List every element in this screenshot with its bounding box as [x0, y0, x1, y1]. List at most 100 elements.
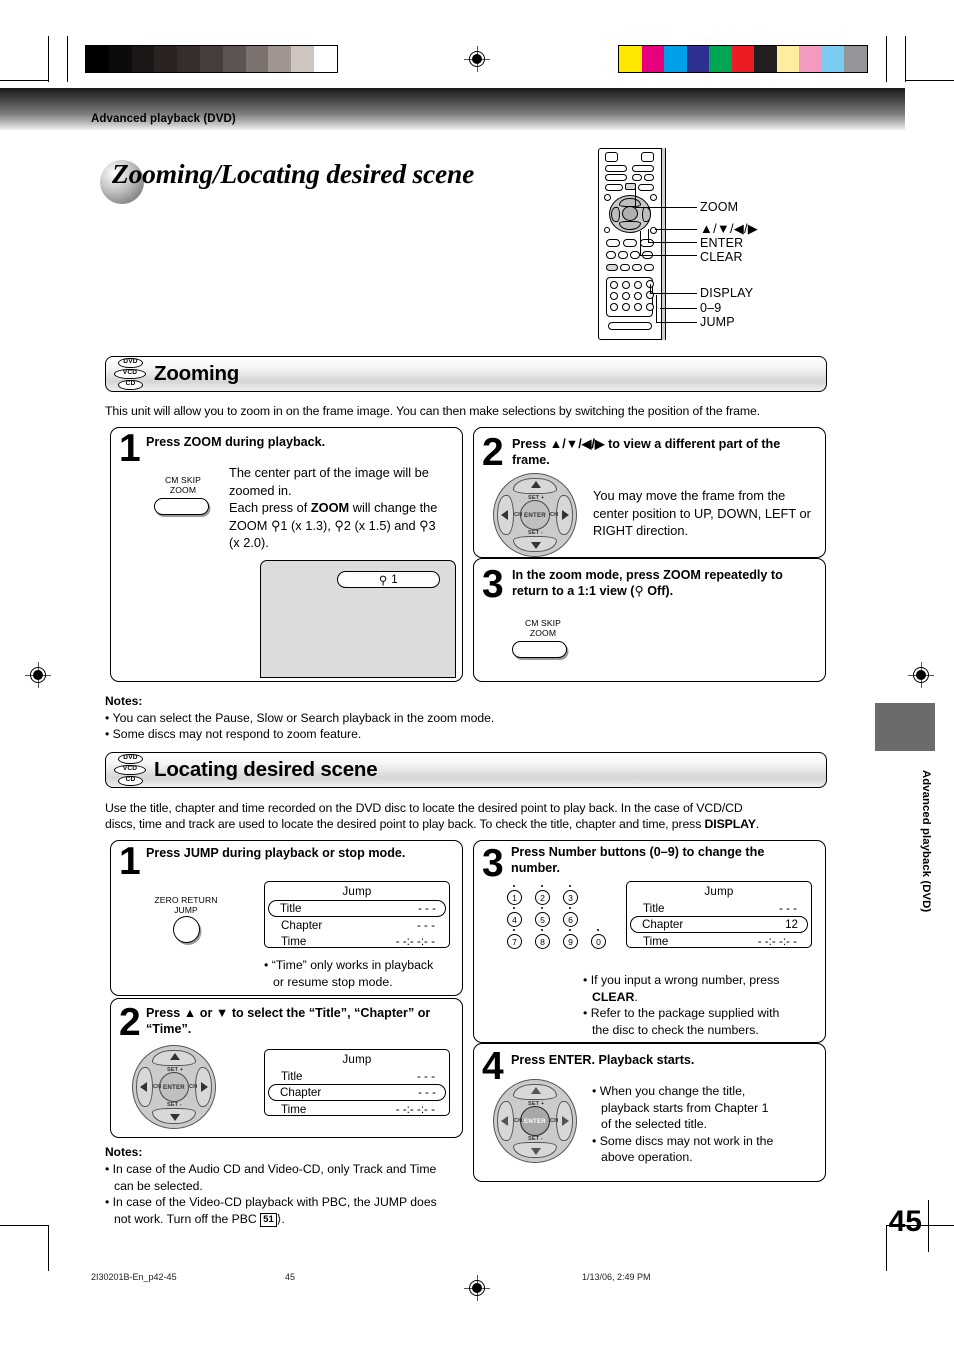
grayscale-control-bar [85, 45, 338, 73]
osd-row-title-3: Title - - - [631, 900, 807, 916]
gray-patch-3 [154, 46, 178, 72]
remote-num-8 [622, 303, 630, 311]
color-patch-0 [619, 46, 642, 72]
jump-label: JUMP [174, 904, 198, 915]
locate-step-2-number: 2 [119, 1001, 141, 1044]
locate-step-3-note-2-l2: the disc to check the numbers. [592, 1022, 759, 1037]
locate-step-4-note-2-l1: • Some discs may not work in the [592, 1133, 774, 1148]
gray-patch-7 [245, 46, 269, 72]
locating-note-2-l1: • In case of the Video-CD playback with … [105, 1195, 437, 1209]
zoom-step-1-body-l3: Each press of ZOOM will change the [229, 500, 438, 515]
gray-patch-0 [86, 46, 109, 72]
color-control-bar [618, 45, 868, 73]
remote-dpad-left [611, 207, 620, 222]
num-key-7: 7 [507, 934, 522, 949]
remote-key-row2-right [644, 174, 654, 181]
locate-step-1-heading: Press JUMP during playback or stop mode. [146, 846, 406, 860]
num-key-dot-5 [541, 907, 544, 910]
locate-step-1-note: • “Time” only works in playback or resum… [264, 957, 459, 990]
locate-step-1-button-label: ZERO RETURN JUMP [142, 895, 230, 915]
jump-button-graphic [173, 916, 200, 943]
badge-vcd-icon-2: VCD [114, 764, 146, 775]
num-key-dot-6 [569, 907, 572, 910]
remote-key-oval-b2 [618, 251, 628, 259]
osd-value-title-2: - - - [416, 1069, 435, 1083]
zoom-step-2-heading-l2: frame. [512, 452, 550, 467]
remote-dpad [609, 195, 651, 233]
osd-label-chapter-2: Chapter [280, 1086, 322, 1099]
locating-note-1-l2: can be selected. [114, 1178, 203, 1193]
remote-dpad-enter [622, 206, 638, 221]
osd-value-chapter-1: - - - [416, 918, 435, 932]
zoom-step-1-number: 1 [119, 427, 141, 470]
zoom-step-1-heading: Press ZOOM during playback. [146, 435, 326, 449]
osd-label-time-1: Time [281, 934, 307, 948]
num-key-6: 6 [563, 912, 578, 927]
registration-mark-left [25, 662, 51, 688]
dpad-enter-button: ENTER [520, 500, 550, 530]
osd-label-title-2: Title [281, 1069, 303, 1083]
zoom-step-3-heading-l2: return to a 1:1 view (⚲ Off). [512, 583, 674, 598]
locate-step-3-note-2-l1: • Refer to the package supplied with [583, 1006, 780, 1020]
zoom-step-1-body-l5: (x 2.0). [229, 535, 269, 550]
locate-step-2-heading-l1: Press ▲ or ▼ to select the “Title”, “Cha… [146, 1006, 431, 1020]
footer-timestamp: 1/13/06, 2:49 PM [582, 1272, 651, 1282]
osd-row-title-1: Title - - - [268, 900, 446, 917]
remote-key-oval-c1 [606, 264, 618, 271]
page-number: 45 [888, 1205, 922, 1238]
osd-row-chapter-2: Chapter - - - [268, 1084, 446, 1101]
remote-key-row1-right [632, 165, 654, 172]
zoom-step-1-body-l2: zoomed in. [229, 482, 292, 498]
zoom-step-2-body: You may move the frame from the center p… [593, 487, 821, 540]
leader-zoom-v [635, 184, 637, 208]
num-key-dot-3 [569, 885, 572, 888]
leader-enter-v [648, 229, 650, 243]
num-key-8: 8 [535, 934, 550, 949]
num-key-4: 4 [507, 912, 522, 927]
crop-mark-tr-v2 [905, 36, 907, 82]
zoom-step-2-heading-l1: Press ▲/▼/◀/▶ to view a different part o… [512, 437, 781, 451]
dpad-right-arrow-icon-2 [201, 1082, 208, 1092]
dpad-set-minus-label-2: SET - [167, 1102, 182, 1108]
badge-cd-icon: CD [118, 379, 143, 390]
num-key-0: 0 [591, 934, 606, 949]
leader-jump [656, 322, 697, 324]
remote-num-3 [634, 281, 642, 289]
locate-step-3-note-1-l2: CLEAR. [592, 989, 638, 1004]
locate-step-1-osd: Jump Title - - - Chapter - - - Time - -:… [264, 881, 450, 948]
zooming-note-1-text: You can select the Pause, Slow or Search… [112, 711, 495, 725]
cm-skip-label-2: CM SKIP [524, 618, 562, 628]
page-number-rule [927, 1200, 929, 1252]
locate-step-2-osd: Jump Title - - - Chapter - - - Time - -:… [264, 1049, 450, 1116]
zoom-step-3-heading-l1: In the zoom mode, press ZOOM repeatedly … [512, 568, 783, 582]
dpad-ch-right-label-2: CH [189, 1084, 198, 1090]
footer-page: 45 [285, 1272, 296, 1282]
dpad-ch-right-label: CH [550, 512, 559, 518]
remote-num-2 [622, 281, 630, 289]
osd-value-time-3: - -:- -:- - [757, 934, 797, 948]
remote-key-oval-a1 [606, 239, 620, 247]
locate-step-2-dpad-graphic: ENTER SET + SET - CH CH [132, 1045, 216, 1129]
remote-num-7 [610, 303, 618, 311]
zoom-step-2-body-l2: center position to UP, DOWN, LEFT or [593, 505, 811, 521]
osd-row-time-3: Time - -:- -:- - [631, 933, 807, 949]
side-tab-block [875, 703, 935, 751]
color-patch-5 [731, 46, 754, 72]
callout-numbers: 0–9 [700, 301, 722, 315]
crop-mark-tr-v [886, 36, 888, 82]
osd-row-title-2: Title - - - [269, 1068, 445, 1084]
color-patch-4 [709, 46, 732, 72]
section-header-locating: DVD VCD CD Locating desired scene [105, 752, 827, 788]
locate-step-4-notes: • When you change the title, playback st… [592, 1083, 822, 1166]
remote-key-oval-a2 [623, 239, 637, 247]
locating-note-1-l1: • In case of the Audio CD and Video-CD, … [105, 1162, 437, 1176]
color-patch-10 [844, 46, 867, 72]
osd-label-time-2: Time [281, 1102, 307, 1116]
locating-intro: Use the title, chapter and time recorded… [105, 800, 835, 832]
leader-enter [648, 242, 697, 244]
num-key-dot-9 [569, 929, 572, 932]
color-patch-6 [754, 46, 777, 72]
osd-label-title-1: Title [280, 902, 302, 915]
crop-mark-tr-h [905, 80, 954, 82]
section-header-zooming: DVD VCD CD Zooming [105, 356, 827, 392]
